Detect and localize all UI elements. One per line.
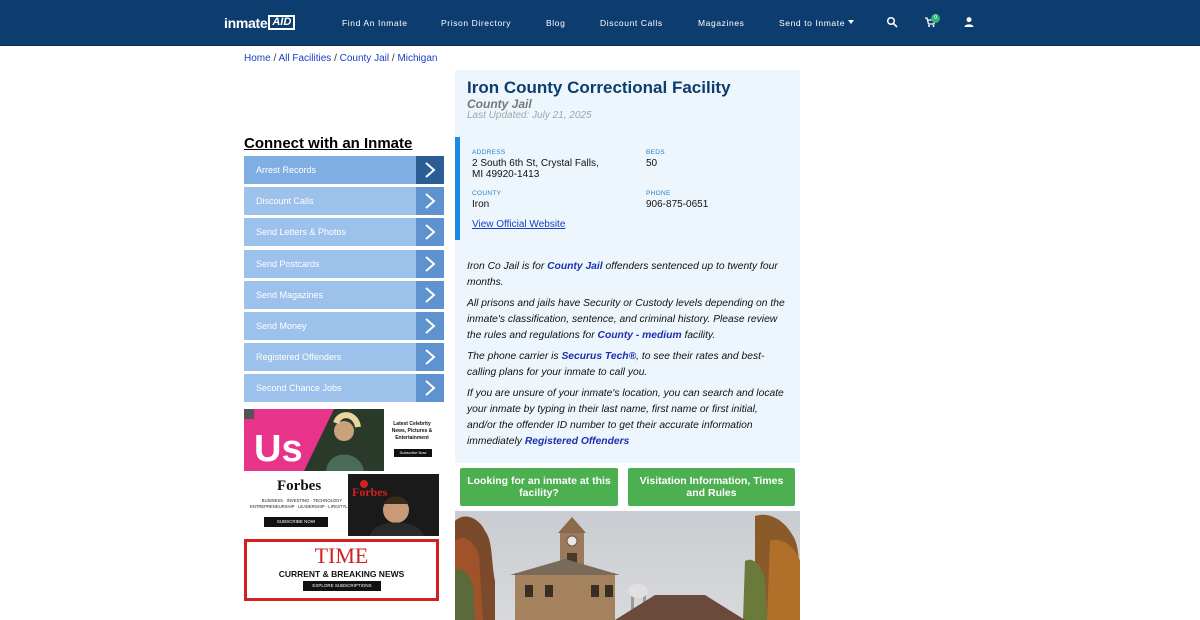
facility-photo (455, 511, 800, 620)
forbes-ad[interactable]: Forbes Forbes BUSINESS · INVESTING · TEC… (244, 474, 439, 536)
cart-count-badge: 0 (931, 14, 940, 23)
breadcrumb-all-facilities[interactable]: All Facilities (278, 53, 331, 64)
facility-last-updated: Last Updated: July 21, 2025 (467, 110, 592, 121)
description-paragraph-2: All prisons and jails have Security or C… (467, 296, 789, 344)
desc-text: Iron Co Jail is for (467, 261, 548, 272)
phone-value[interactable]: 906-875-0651 (646, 199, 708, 211)
nav-discount-calls[interactable]: Discount Calls (600, 17, 663, 29)
forbes-cover-brand: Forbes (352, 485, 388, 499)
sidebar-item-label: Discount Calls (256, 196, 314, 207)
visitation-info-button[interactable]: Visitation Information, Times and Rules (628, 468, 795, 506)
sidebar-title: Connect with an Inmate (244, 135, 413, 152)
address-line-2: MI 49920-1413 (472, 169, 540, 180)
search-icon[interactable] (886, 16, 898, 28)
logo-badge: AID (268, 15, 296, 30)
find-inmate-at-facility-button[interactable]: Looking for an inmate at this facility? (460, 468, 618, 506)
top-navbar: inmate AID Find An Inmate Prison Directo… (0, 0, 1200, 46)
time-ad-tagline: CURRENT & BREAKING NEWS (278, 569, 405, 579)
county-value: Iron (472, 199, 490, 210)
chevron-right-icon (416, 374, 444, 403)
official-website-link[interactable]: View Official Website (472, 219, 565, 230)
time-ad[interactable]: TIME CURRENT & BREAKING NEWS EXPLORE SUB… (244, 539, 439, 601)
nav-send-to-inmate[interactable]: Send to Inmate (779, 17, 855, 29)
time-ad-brand: TIME (314, 543, 369, 568)
desc-text: The phone carrier is (467, 351, 562, 362)
sidebar-item-label: Send Money (256, 320, 307, 331)
breadcrumb-county-jail[interactable]: County Jail (340, 53, 389, 64)
chevron-right-icon (416, 343, 444, 372)
sidebar-item-discount-calls[interactable]: Discount Calls (244, 187, 444, 216)
beds-label: BEDS (646, 149, 665, 156)
facility-info-box: ADDRESS 2 South 6th St, Crystal Falls, M… (455, 137, 800, 240)
sidebar-item-label: Send Postcards (256, 258, 320, 269)
site-logo[interactable]: inmate AID (224, 15, 296, 31)
time-ad-cta: EXPLORE SUBSCRIPTIONS (303, 581, 381, 591)
breadcrumb-home[interactable]: Home (244, 53, 271, 64)
breadcrumb-michigan[interactable]: Michigan (397, 53, 437, 64)
phone-carrier-link[interactable]: Securus Tech® (561, 351, 636, 362)
sidebar-item-send-magazines[interactable]: Send Magazines (244, 280, 444, 309)
chevron-right-icon (416, 187, 444, 216)
info-accent-bar (455, 137, 460, 240)
nav-prison-directory[interactable]: Prison Directory (441, 17, 511, 29)
us-weekly-ad[interactable]: Us Latest Celebrity News, Pictures & Ent… (244, 409, 439, 471)
breadcrumb-separator: / (334, 53, 337, 64)
user-icon[interactable] (963, 16, 975, 28)
breadcrumb-separator: / (391, 53, 395, 64)
sidebar-item-label: Send Magazines (256, 289, 324, 300)
forbes-ad-brand: Forbes (277, 478, 322, 494)
sidebar-item-label: Arrest Records (256, 165, 317, 175)
chevron-right-icon (416, 280, 444, 309)
sidebar-item-label: Registered Offenders (256, 352, 342, 363)
forbes-ad-tagline-1: BUSINESS · INVESTING · TECHNOLOGY (261, 498, 343, 503)
nav-send-to-inmate-label: Send to Inmate (779, 18, 846, 28)
description-paragraph-3: The phone carrier is Securus Tech®, to s… (467, 349, 789, 381)
phone-label: PHONE (646, 190, 671, 197)
address-line-1: 2 South 6th St, Crystal Falls, (472, 158, 599, 169)
sidebar-item-label: Second Chance Jobs (256, 383, 342, 394)
forbes-ad-tagline-2: ENTREPRENEURSHIP · LEADERSHIP · LIFESTYL… (250, 504, 351, 509)
sidebar-menu: Arrest Records Discount Calls Send Lette… (244, 156, 444, 406)
sidebar-item-send-postcards[interactable]: Send Postcards (244, 249, 444, 278)
beds-value: 50 (646, 158, 658, 169)
desc-text: facility. (681, 330, 716, 341)
sidebar-item-second-chance-jobs[interactable]: Second Chance Jobs (244, 374, 444, 403)
chevron-right-icon (416, 249, 444, 278)
nav-find-inmate[interactable]: Find An Inmate (342, 17, 408, 29)
nav-magazines[interactable]: Magazines (698, 17, 745, 29)
chevron-down-icon (848, 20, 855, 24)
logo-text: inmate (224, 15, 268, 31)
chevron-right-icon (416, 218, 444, 247)
facility-name: Iron County Correctional Facility (467, 78, 731, 97)
county-jail-link[interactable]: County Jail (547, 261, 603, 272)
sidebar-item-send-money[interactable]: Send Money (244, 311, 444, 340)
registered-offenders-link[interactable]: Registered Offenders (525, 436, 630, 447)
chevron-right-icon (416, 311, 444, 340)
sidebar-item-label: Send Letters & Photos (256, 227, 347, 238)
nav-blog[interactable]: Blog (546, 17, 565, 29)
us-ad-brand: Us (254, 428, 303, 470)
breadcrumb: Home / All Facilities / County Jail / Mi… (244, 53, 437, 64)
us-ad-cta: Subscribe Now (394, 449, 432, 457)
sidebar-item-send-letters[interactable]: Send Letters & Photos (244, 218, 444, 247)
sidebar-item-registered-offenders[interactable]: Registered Offenders (244, 343, 444, 372)
description-paragraph-4: If you are unsure of your inmate's locat… (467, 386, 789, 450)
description-paragraph-1: Iron Co Jail is for County Jail offender… (467, 259, 789, 291)
sidebar-item-arrest-records[interactable]: Arrest Records (244, 156, 444, 184)
facility-type: County Jail (467, 97, 532, 111)
security-level-link[interactable]: County - medium (598, 330, 682, 341)
chevron-right-icon (416, 156, 444, 184)
us-ad-tagline: Latest Celebrity News, Pictures & Entert… (391, 421, 433, 441)
county-label: COUNTY (472, 190, 502, 197)
breadcrumb-separator: / (273, 53, 277, 64)
address-label: ADDRESS (472, 149, 506, 156)
forbes-ad-cta: SUBSCRIBE NOW (264, 517, 328, 527)
